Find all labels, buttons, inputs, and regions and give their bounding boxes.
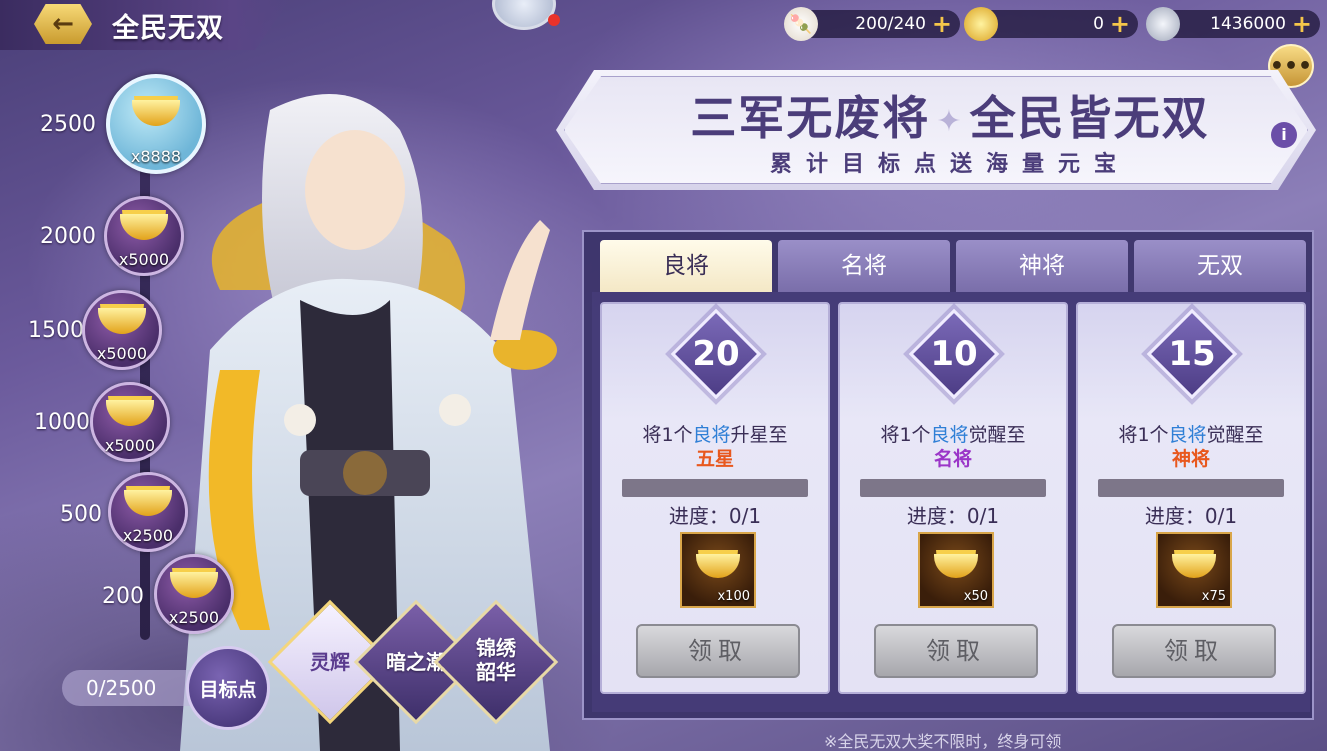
resource-stamina: 🍡 200/240 +: [784, 7, 960, 41]
task-description: 将1个良将觉醒至: [880, 424, 1026, 446]
milestone-reward-2500[interactable]: x8888: [106, 74, 206, 174]
resource-gold: 0 +: [964, 7, 1138, 41]
task-description: 将1个良将升星至: [642, 424, 788, 446]
task-progress-bar: [622, 479, 808, 497]
milestone-reward-1500[interactable]: x5000: [82, 290, 162, 370]
task-target: 五星: [695, 448, 734, 470]
milestone-points: 2500: [40, 112, 96, 137]
task-target: 神将: [1171, 448, 1210, 470]
gold-ingot-icon: [98, 308, 146, 335]
milestone-reward-200[interactable]: x2500: [154, 554, 234, 634]
claim-button[interactable]: 领取: [636, 624, 800, 678]
task-progress-bar: [1098, 479, 1284, 497]
gold-ingot-icon: [1172, 554, 1216, 579]
back-button[interactable]: ←: [18, 0, 108, 48]
milestone-points: 1500: [28, 318, 84, 343]
info-icon[interactable]: i: [1271, 122, 1297, 148]
footnote: ※全民无双大奖不限时，终身可领: [824, 732, 1062, 751]
milestone-points: 2000: [40, 224, 96, 249]
tab-shenjiang[interactable]: 神将: [956, 240, 1128, 292]
add-stamina-button[interactable]: +: [932, 12, 952, 36]
reward-item[interactable]: x100: [680, 532, 756, 608]
banner-title: 三军无废将 ✦ 全民皆无双: [690, 91, 1210, 145]
gold-ingot-icon: [964, 7, 998, 41]
gold-ingot-icon: [170, 572, 218, 599]
stamina-bun-icon: 🍡: [784, 7, 818, 41]
milestone-points: 500: [60, 502, 102, 527]
milestone-reward-1000[interactable]: x5000: [90, 382, 170, 462]
add-silver-button[interactable]: +: [1292, 12, 1312, 36]
banner-subtitle: 累计目标点送海量元宝: [769, 152, 1130, 177]
gold-ingot-icon: [124, 490, 172, 517]
target-points-button[interactable]: 目标点: [186, 646, 270, 730]
arrow-left-icon: ←: [34, 4, 92, 44]
milestone-points: 1000: [34, 410, 90, 435]
task-target: 名将: [933, 448, 972, 470]
add-gold-button[interactable]: +: [1110, 12, 1130, 36]
task-progress-text: 进度：0/1: [1144, 504, 1238, 528]
milestone-points: 200: [102, 584, 144, 609]
task-progress-bar: [860, 479, 1046, 497]
task-description: 将1个良将觉醒至: [1118, 424, 1264, 446]
skin-label: 锦绣 韶华: [476, 636, 516, 684]
sparkle-icon: ✦: [936, 104, 964, 139]
claim-button[interactable]: 领取: [1112, 624, 1276, 678]
tab-wushuang[interactable]: 无双: [1134, 240, 1306, 292]
claim-button[interactable]: 领取: [874, 624, 1038, 678]
task-progress-text: 进度：0/1: [668, 504, 762, 528]
task-progress-text: 进度：0/1: [906, 504, 1000, 528]
notification-dot: [548, 14, 560, 26]
silver-coin-icon: [1146, 7, 1180, 41]
gold-ingot-icon: [132, 99, 180, 126]
gold-ingot-icon: [106, 400, 154, 427]
reward-item[interactable]: x75: [1156, 532, 1232, 608]
tab-liangjiang[interactable]: 良将: [600, 240, 772, 292]
milestone-reward-2000[interactable]: x5000: [104, 196, 184, 276]
milestone-reward-500[interactable]: x2500: [108, 472, 188, 552]
page-title: 全民无双: [112, 13, 224, 44]
gold-ingot-icon: [120, 214, 168, 241]
gold-ingot-icon: [696, 554, 740, 579]
tab-mingjiang[interactable]: 名将: [778, 240, 950, 292]
resource-silver: 1436000 +: [1146, 7, 1320, 41]
gold-ingot-icon: [934, 554, 978, 579]
reward-item[interactable]: x50: [918, 532, 994, 608]
